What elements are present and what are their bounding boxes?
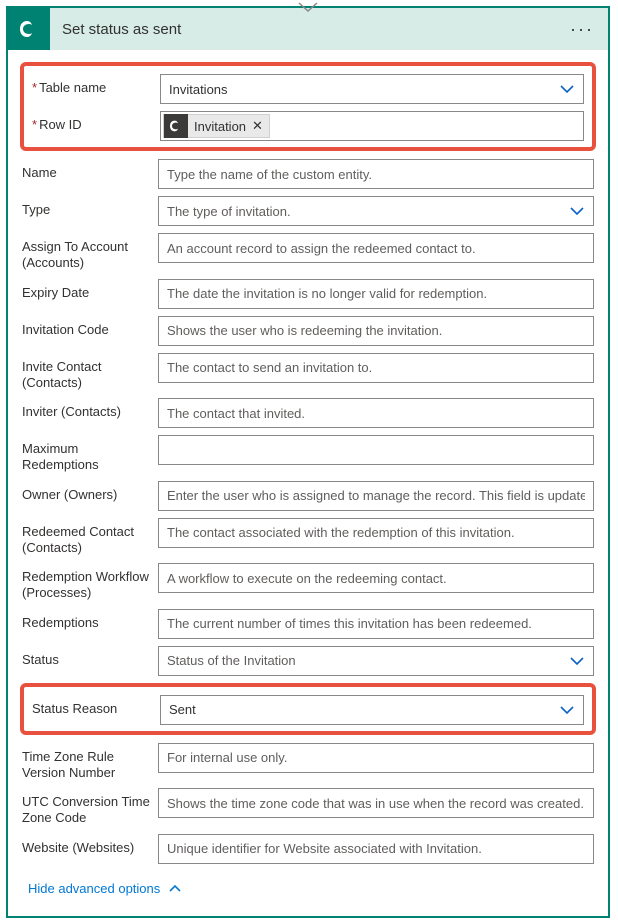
label-assign-account: Assign To Account (Accounts): [22, 233, 158, 272]
chevron-down-icon: [559, 705, 575, 715]
inviter-input[interactable]: The contact that invited.: [158, 398, 594, 428]
card-body: *Table name Invitations *Row ID: [8, 50, 608, 916]
redemptions-input[interactable]: The current number of times this invitat…: [158, 609, 594, 639]
label-status-reason: Status Reason: [32, 695, 160, 717]
label-invite-contact: Invite Contact (Contacts): [22, 353, 158, 392]
label-redemption-workflow: Redemption Workflow (Processes): [22, 563, 158, 602]
label-type: Type: [22, 196, 158, 218]
status-reason-select[interactable]: Sent: [160, 695, 584, 725]
label-invitation-code: Invitation Code: [22, 316, 158, 338]
type-select[interactable]: The type of invitation.: [158, 196, 594, 226]
label-utc-conv: UTC Conversion Time Zone Code: [22, 788, 158, 827]
label-max-redemptions: Maximum Redemptions: [22, 435, 158, 474]
required-fields-highlight: *Table name Invitations *Row ID: [20, 62, 596, 151]
card-title: Set status as sent: [50, 21, 566, 38]
dataverse-swirl-icon: [164, 114, 188, 138]
assign-account-input[interactable]: An account record to assign the redeemed…: [158, 233, 594, 263]
invitation-code-input[interactable]: Shows the user who is redeeming the invi…: [158, 316, 594, 346]
chevron-down-icon: [559, 84, 575, 94]
label-expiry: Expiry Date: [22, 279, 158, 301]
label-owner: Owner (Owners): [22, 481, 158, 503]
chevron-down-icon: [569, 656, 585, 666]
toggle-advanced-options-link[interactable]: Hide advanced options: [22, 871, 188, 908]
expiry-input[interactable]: The date the invitation is no longer val…: [158, 279, 594, 309]
status-reason-highlight: Status Reason Sent: [20, 683, 596, 735]
label-tz-rule: Time Zone Rule Version Number: [22, 743, 158, 782]
chevron-up-icon: [168, 884, 182, 893]
status-select[interactable]: Status of the Invitation: [158, 646, 594, 676]
dynamic-content-token[interactable]: Invitation ✕: [163, 114, 270, 138]
label-redeemed-contact: Redeemed Contact (Contacts): [22, 518, 158, 557]
label-redemptions: Redemptions: [22, 609, 158, 631]
invite-contact-input[interactable]: The contact to send an invitation to.: [158, 353, 594, 383]
row-id-input[interactable]: Invitation ✕: [160, 111, 584, 141]
flow-arrow-icon: [296, 0, 320, 17]
action-card: Set status as sent ··· *Table name Invit…: [6, 6, 610, 918]
owner-input[interactable]: Enter the user who is assigned to manage…: [158, 481, 594, 511]
label-row-id: *Row ID: [32, 111, 160, 133]
tz-rule-input[interactable]: For internal use only.: [158, 743, 594, 773]
label-website: Website (Websites): [22, 834, 158, 856]
website-input[interactable]: Unique identifier for Website associated…: [158, 834, 594, 864]
table-name-select[interactable]: Invitations: [160, 74, 584, 104]
label-inviter: Inviter (Contacts): [22, 398, 158, 420]
label-table-name: *Table name: [32, 74, 160, 96]
token-remove-icon[interactable]: ✕: [252, 118, 263, 134]
redeemed-contact-input[interactable]: The contact associated with the redempti…: [158, 518, 594, 548]
max-redemptions-input[interactable]: [158, 435, 594, 465]
label-status: Status: [22, 646, 158, 668]
label-name: Name: [22, 159, 158, 181]
utc-conv-input[interactable]: Shows the time zone code that was in use…: [158, 788, 594, 818]
dataverse-swirl-icon: [8, 8, 50, 50]
chevron-down-icon: [569, 206, 585, 216]
name-input[interactable]: Type the name of the custom entity.: [158, 159, 594, 189]
redemption-workflow-input[interactable]: A workflow to execute on the redeeming c…: [158, 563, 594, 593]
card-menu-button[interactable]: ···: [566, 15, 598, 44]
